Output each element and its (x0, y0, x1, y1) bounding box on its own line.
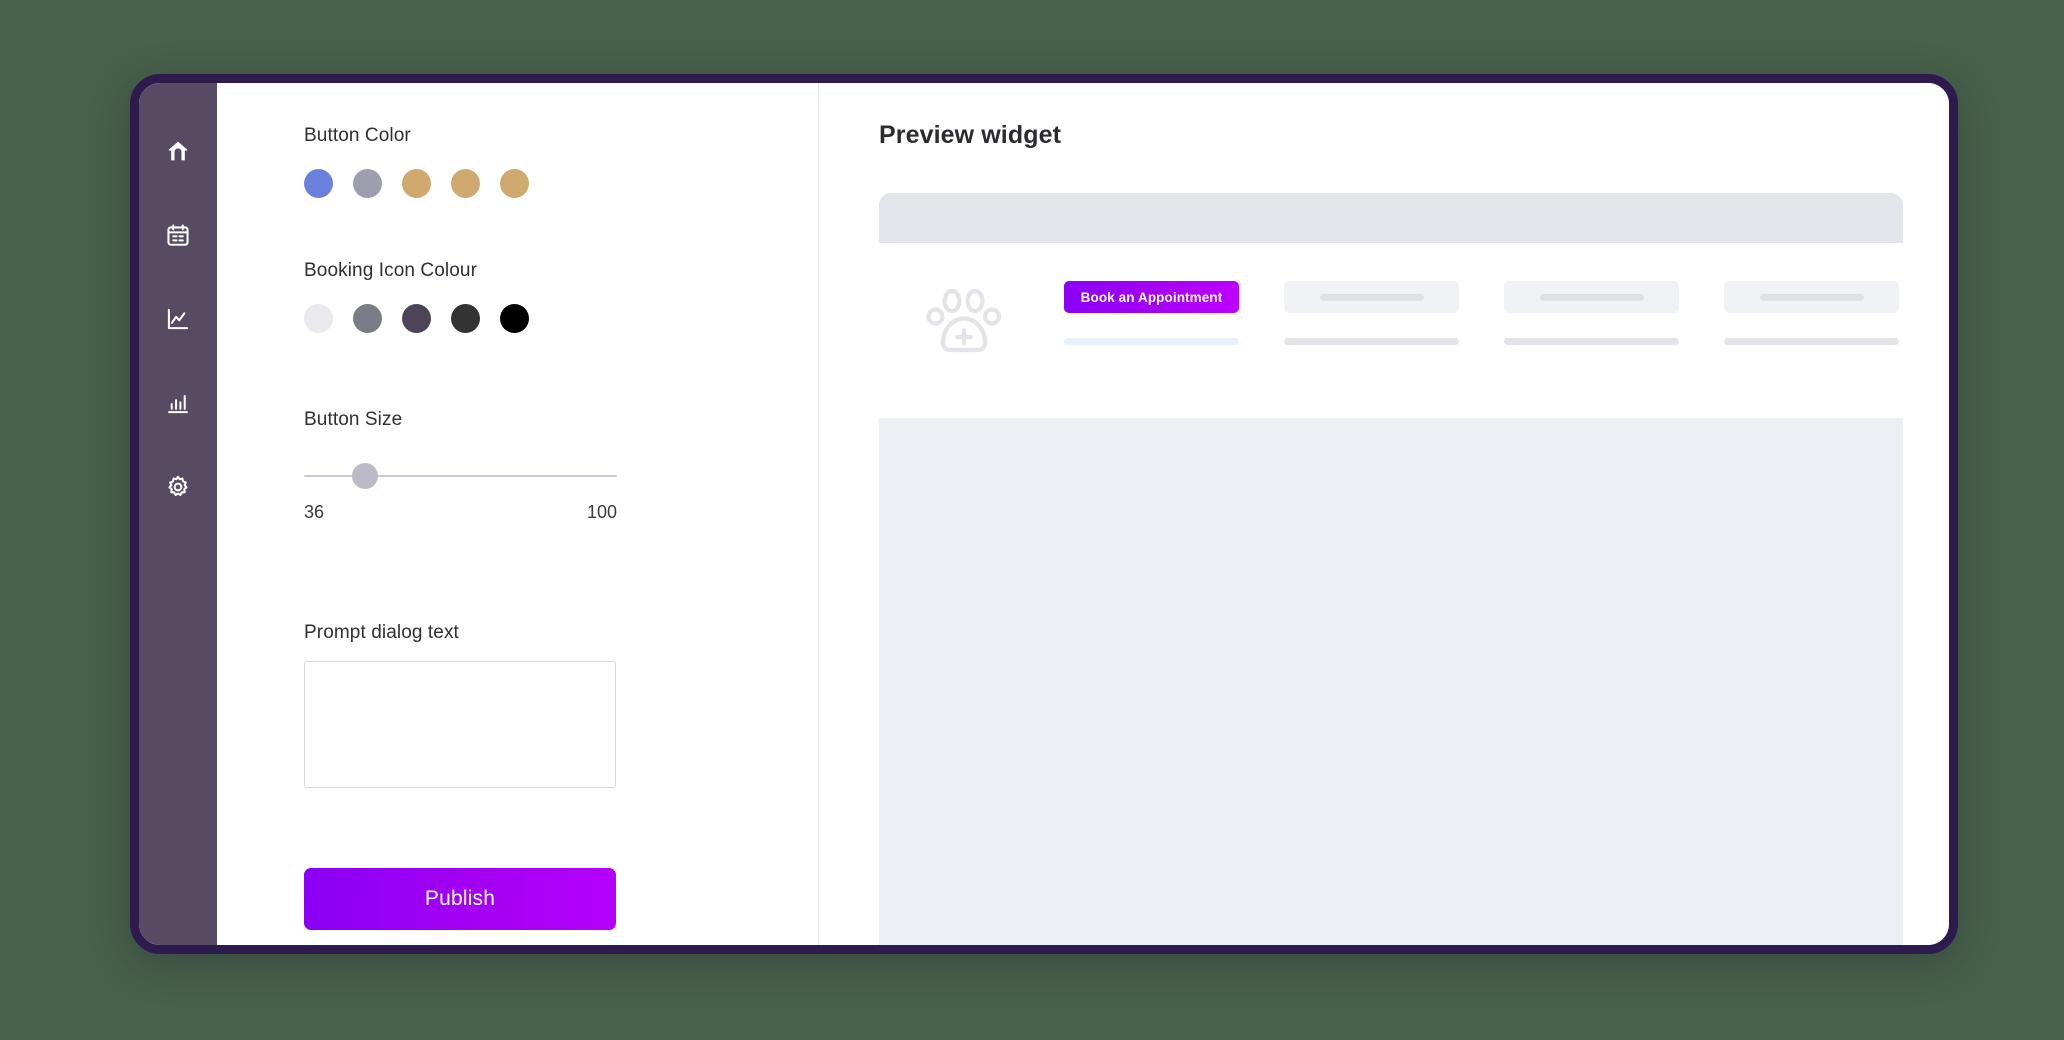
button-color-label: Button Color (304, 125, 411, 146)
line-chart-icon (165, 306, 191, 332)
button-size-slider[interactable] (304, 463, 617, 489)
skeleton-line (1504, 338, 1679, 345)
skeleton-bar (1759, 293, 1864, 301)
app-window: Button Color Booking Icon Colour Button … (130, 74, 1958, 954)
sidebar-item-trends[interactable] (156, 297, 200, 341)
sidebar-item-calendar[interactable] (156, 213, 200, 257)
button-size-label: Button Size (304, 409, 403, 430)
mock-nav-item-1 (1284, 281, 1459, 345)
mock-nav-items: Book an Appointment (1064, 281, 1903, 345)
booking-icon-colour-swatches (304, 304, 818, 333)
sidebar (139, 83, 217, 945)
prompt-dialog-label: Prompt dialog text (304, 622, 459, 643)
button-size-max: 100 (586, 502, 617, 522)
button-color-swatch-4[interactable] (451, 169, 480, 198)
button-color-group: Button Color (304, 125, 818, 198)
mock-nav-item-2 (1504, 281, 1679, 345)
preview-panel: Preview widget Book an Appointment (819, 83, 1949, 945)
booking-icon-colour-swatch-4[interactable] (451, 304, 480, 333)
mock-nav-item-booking: Book an Appointment (1064, 281, 1239, 345)
browser-chrome-bar (879, 193, 1903, 243)
paw-with-plus-icon (924, 283, 1006, 368)
button-color-swatch-3[interactable] (402, 169, 431, 198)
button-size-scale: 36 100 (304, 502, 617, 523)
settings-panel: Button Color Booking Icon Colour Button … (217, 83, 819, 945)
button-color-swatch-5[interactable] (500, 169, 529, 198)
prompt-dialog-input[interactable] (304, 661, 616, 788)
mock-site-navbar: Book an Appointment (879, 243, 1903, 418)
button-size-group: Button Size 36 100 (304, 409, 818, 523)
slider-thumb[interactable] (352, 463, 378, 489)
skeleton-bar (1319, 293, 1424, 301)
home-icon (165, 138, 191, 164)
skeleton-line (1284, 338, 1459, 345)
button-color-swatches (304, 169, 818, 198)
booking-icon-colour-group: Booking Icon Colour (304, 260, 818, 333)
book-appointment-button[interactable]: Book an Appointment (1064, 281, 1239, 313)
widget-preview-card: Book an Appointment (879, 193, 1903, 945)
booking-icon-colour-label: Booking Icon Colour (304, 260, 478, 281)
publish-button[interactable]: Publish (304, 868, 616, 930)
calendar-icon (165, 222, 191, 248)
prompt-dialog-group: Prompt dialog text (304, 622, 818, 788)
skeleton-line (1064, 338, 1239, 345)
booking-icon-colour-swatch-5[interactable] (500, 304, 529, 333)
page-title: Preview widget (879, 121, 1062, 149)
booking-icon-colour-swatch-3[interactable] (402, 304, 431, 333)
slider-track (304, 475, 617, 477)
booking-icon-colour-swatch-2[interactable] (353, 304, 382, 333)
skeleton-line (1724, 338, 1899, 345)
booking-icon-colour-swatch-1[interactable] (304, 304, 333, 333)
button-color-swatch-1[interactable] (304, 169, 333, 198)
gear-icon (165, 474, 191, 500)
button-color-swatch-2[interactable] (353, 169, 382, 198)
sidebar-item-reports[interactable] (156, 381, 200, 425)
button-size-min: 36 (304, 502, 325, 522)
skeleton-box (1284, 281, 1459, 313)
sidebar-item-settings[interactable] (156, 465, 200, 509)
skeleton-box (1724, 281, 1899, 313)
bar-chart-icon (165, 390, 191, 416)
sidebar-item-home[interactable] (156, 129, 200, 173)
skeleton-box (1504, 281, 1679, 313)
mock-nav-item-3 (1724, 281, 1899, 345)
skeleton-bar (1539, 293, 1644, 301)
